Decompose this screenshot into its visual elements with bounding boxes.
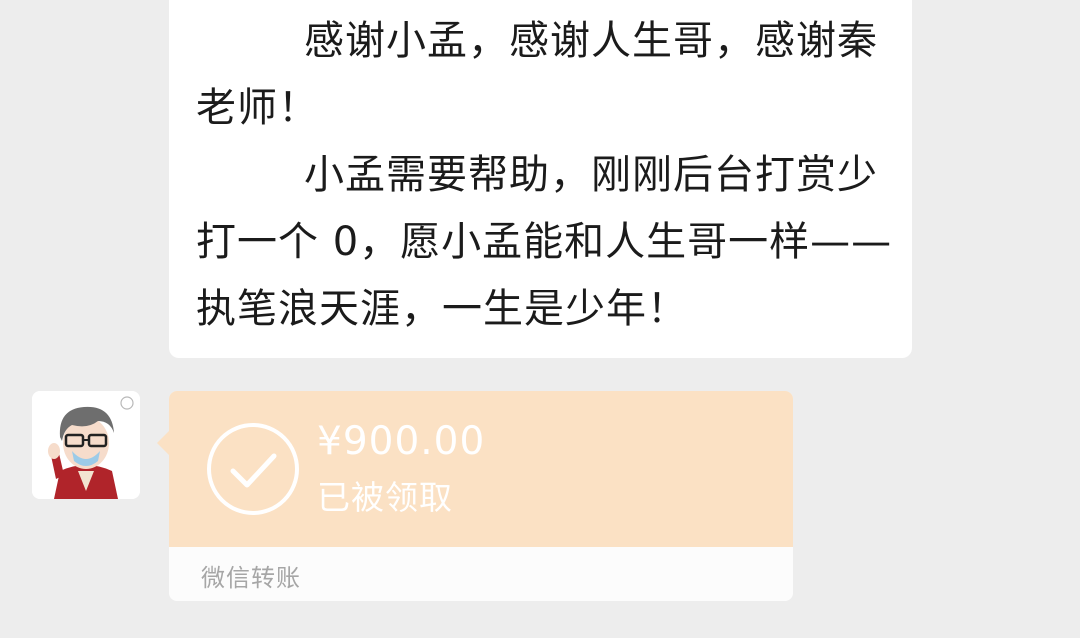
transfer-status: 已被领取 [317,478,453,517]
avatar[interactable] [32,391,140,499]
transfer-footer-label: 微信转账 [201,564,301,592]
transfer-amount: ¥900.00 [317,419,486,464]
cartoon-man-avatar-icon [32,391,140,499]
check-circle-icon [207,423,299,515]
message-text: 感谢小孟，感谢人生哥，感谢秦老师！ 小孟需要帮助，刚刚后台打赏少打一个 0，愿小… [196,8,896,343]
message-paragraph: 感谢小孟，感谢人生哥，感谢秦老师！ [196,18,878,131]
message-paragraph: 小孟需要帮助，刚刚后台打赏少打一个 0，愿小孟能和人生哥一样——执笔浪天涯，一生… [196,152,893,332]
transfer-card-top: ¥900.00 已被领取 [169,391,793,547]
transfer-card[interactable]: ¥900.00 已被领取 微信转账 [169,391,793,601]
